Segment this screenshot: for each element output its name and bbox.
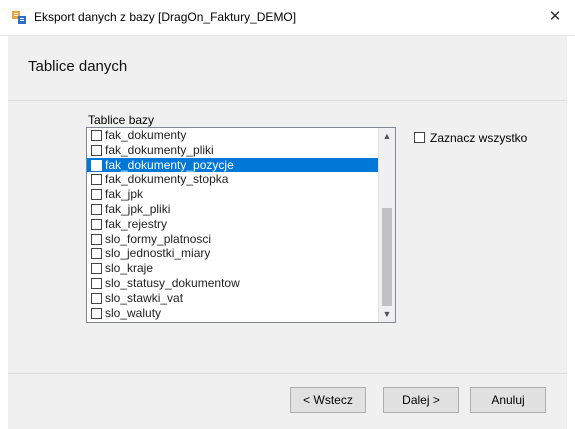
list-item[interactable]: fak_jpk	[87, 187, 379, 202]
checkbox[interactable]	[414, 132, 425, 143]
checkbox[interactable]	[91, 189, 102, 201]
list-item[interactable]: slo_formy_platnosci	[87, 232, 379, 247]
select-all-label: Zaznacz wszystko	[430, 131, 528, 145]
list-item-label: slo_statusy_dokumentow	[105, 275, 240, 290]
list-item[interactable]: fak_dokumenty_pozycje	[87, 157, 379, 173]
checkbox[interactable]	[91, 174, 102, 186]
checkbox[interactable]	[91, 292, 102, 304]
checkbox[interactable]	[91, 203, 102, 215]
tables-checklist[interactable]: fak_dokumenty fak_dokumenty_pliki fak_do…	[86, 127, 396, 323]
tables-group-label: Tablice bazy	[88, 113, 155, 127]
next-button[interactable]: Dalej >	[383, 387, 459, 413]
list-item-label: fak_jpk_pliki	[105, 201, 171, 216]
checkbox[interactable]	[91, 233, 102, 245]
list-item-label: fak_jpk	[105, 187, 144, 202]
list-item-label: fak_dokumenty_pliki	[105, 142, 214, 157]
tables-list: fak_dokumenty fak_dokumenty_pliki fak_do…	[87, 128, 379, 320]
close-button[interactable]: ✕	[535, 0, 575, 34]
list-item[interactable]: fak_jpk_pliki	[87, 202, 379, 217]
list-item-label: fak_dokumenty_stopka	[105, 172, 229, 187]
checkbox[interactable]	[91, 277, 102, 289]
checkbox[interactable]	[91, 144, 102, 156]
wizard-header: Tablice danych	[8, 36, 567, 100]
list-item[interactable]: fak_dokumenty_pliki	[87, 143, 379, 158]
page-title: Tablice danych	[28, 58, 128, 75]
list-item-label: slo_stawki_vat	[105, 290, 184, 305]
scroll-up-arrow-icon[interactable]: ▲	[379, 128, 395, 144]
back-button[interactable]: < Wstecz	[290, 387, 366, 413]
list-item-label: fak_dokumenty_pozycje	[105, 157, 234, 172]
title-bar: Eksport danych z bazy [DragOn_Faktury_DE…	[0, 0, 575, 36]
list-item-label: slo_jednostki_miary	[105, 246, 211, 261]
database-export-icon	[12, 11, 26, 24]
checkbox[interactable]	[91, 263, 102, 275]
list-item[interactable]: fak_rejestry	[87, 217, 379, 232]
checkbox[interactable]	[91, 218, 102, 230]
checkbox[interactable]	[91, 159, 102, 171]
checkbox[interactable]	[91, 248, 102, 260]
close-icon: ✕	[548, 8, 562, 25]
list-item-label: fak_rejestry	[105, 216, 168, 231]
cancel-button[interactable]: Anuluj	[470, 387, 546, 413]
list-item[interactable]: slo_kraje	[87, 261, 379, 276]
checkbox[interactable]	[91, 130, 102, 141]
scroll-thumb[interactable]	[382, 208, 392, 306]
vertical-scrollbar[interactable]: ▲ ▼	[378, 128, 395, 322]
list-item-label: slo_waluty	[105, 305, 162, 320]
list-item[interactable]: fak_dokumenty	[87, 128, 379, 143]
list-item[interactable]: slo_statusy_dokumentow	[87, 276, 379, 291]
scroll-down-arrow-icon[interactable]: ▼	[379, 306, 395, 322]
list-item[interactable]: fak_dokumenty_stopka	[87, 172, 379, 187]
list-item-label: slo_kraje	[105, 261, 154, 276]
list-item[interactable]: slo_jednostki_miary	[87, 246, 379, 261]
list-item[interactable]: slo_stawki_vat	[87, 291, 379, 306]
list-item-label: fak_dokumenty	[105, 128, 187, 142]
window-title: Eksport danych z bazy [DragOn_Faktury_DE…	[34, 10, 297, 24]
list-item[interactable]: slo_waluty	[87, 306, 379, 321]
list-item-label: slo_formy_platnosci	[105, 231, 212, 246]
checkbox[interactable]	[91, 307, 102, 319]
